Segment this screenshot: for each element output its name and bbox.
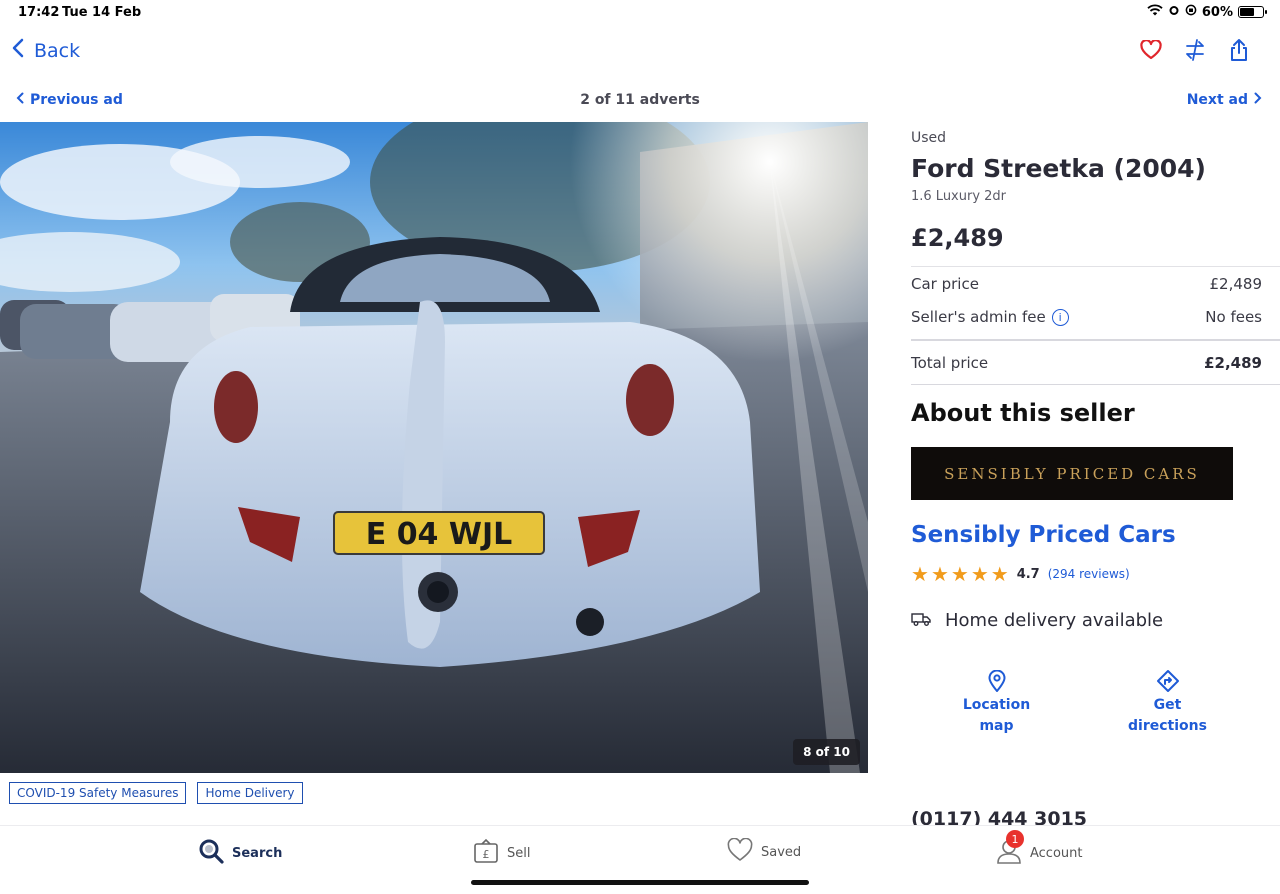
status-indicators: 60% [1147,4,1267,20]
map-pin-icon [987,667,1006,695]
info-icon[interactable]: i [1051,308,1069,326]
tab-saved-label: Saved [761,844,802,860]
nav-actions [1140,38,1250,62]
get-directions-label: Get directions [1128,697,1207,734]
svg-text:£: £ [483,848,490,861]
car-photo-illustration: E 04 WJL [0,122,868,773]
tab-sell-label: Sell [507,845,531,861]
share-icon[interactable] [1228,38,1250,62]
tab-account[interactable]: 1 Account [996,830,1083,868]
rating-value: 4.7 [1016,566,1040,582]
back-label: Back [34,39,81,62]
chevron-right-icon [1254,92,1262,108]
account-notification-badge: 1 [1006,830,1024,848]
photo-counter: 8 of 10 [793,739,860,765]
listing-condition: Used [911,130,947,146]
status-date: Tue 14 Feb [62,5,142,20]
wifi-icon [1147,4,1163,20]
tab-search-label: Search [232,845,283,861]
seller-name-link[interactable]: Sensibly Priced Cars [911,522,1280,548]
nav-bar: Back [0,30,1280,76]
seller-rating: ★ ★ ★ ★ ★ 4.7 (294 reviews) [911,562,1280,586]
directions-icon [1156,667,1180,695]
star-rating: ★ ★ ★ ★ ★ [911,562,1009,586]
location-map-button[interactable]: Location map [911,667,1082,737]
advert-count: 2 of 11 adverts [580,92,700,108]
car-price-label: Car price [911,274,979,293]
search-icon [198,838,224,868]
get-directions-button[interactable]: Get directions [1082,667,1253,737]
listing-subtitle: 1.6 Luxury 2dr [911,189,1007,204]
feature-tags: COVID-19 Safety Measures Home Delivery [9,782,303,804]
tab-search[interactable]: Search [198,838,282,868]
heart-icon[interactable] [1140,38,1162,62]
advert-navigation: Previous ad 2 of 11 adverts Next ad [0,88,1280,114]
car-photo[interactable]: E 04 WJL 8 of 10 [0,122,868,773]
next-ad-link[interactable]: Next ad [1187,92,1262,108]
alarm-icon [1168,4,1180,20]
status-bar: 17:42 Tue 14 Feb 60% [0,0,1280,26]
status-time: 17:42 [18,5,60,20]
star-half-icon: ★ [990,562,1009,586]
total-price-row: Total price £2,489 [911,339,1280,385]
number-plate: E 04 WJL [366,517,513,552]
admin-fee-label: Seller's admin fee [911,307,1046,326]
about-seller-heading: About this seller [911,399,1135,427]
car-price-value: £2,489 [1209,274,1263,293]
admin-fee-value: No fees [1205,307,1262,326]
listing-price: £2,489 [911,224,1004,252]
home-indicator[interactable] [471,880,809,885]
compare-icon[interactable] [1184,38,1206,62]
reviews-link[interactable]: (294 reviews) [1048,567,1130,581]
listing-details: Used Ford Streetka (2004) 1.6 Luxury 2dr… [911,130,1280,737]
tag-home-delivery[interactable]: Home Delivery [197,782,303,804]
tab-saved[interactable]: Saved [727,837,802,866]
delivery-truck-icon [911,610,931,631]
seller-phone[interactable]: (0117) 444 3015 [911,808,1087,826]
seller-logo[interactable]: SENSIBLY PRICED CARS [911,447,1233,500]
sell-tag-icon: £ [473,838,499,868]
total-price-value: £2,489 [1204,353,1262,372]
listing-title: Ford Streetka (2004) [911,154,1206,183]
star-icon: ★ [970,562,989,586]
delivery-label: Home delivery available [945,610,1164,631]
star-icon: ★ [911,562,929,586]
back-button[interactable]: Back [12,38,80,63]
heart-outline-icon [727,837,753,866]
seller-logo-text: SENSIBLY PRICED CARS [944,464,1200,483]
star-icon: ★ [930,562,949,586]
admin-fee-row: Seller's admin fee i No fees [911,300,1280,333]
tab-sell[interactable]: £ Sell [473,838,530,868]
tag-covid-safety[interactable]: COVID-19 Safety Measures [9,782,187,804]
star-icon: ★ [950,562,969,586]
home-delivery-info: Home delivery available [911,610,1280,631]
battery-percent: 60% [1201,4,1233,20]
tab-account-label: Account [1030,845,1083,861]
car-price-row: Car price £2,489 [911,267,1280,300]
user-icon: 1 [996,830,1024,868]
battery-icon [1238,6,1267,18]
rotation-lock-icon [1185,4,1197,20]
location-map-label: Location map [962,697,1031,734]
total-price-label: Total price [911,353,989,372]
chevron-left-icon [12,38,24,63]
price-breakdown: Car price £2,489 Seller's admin fee i No … [911,266,1280,385]
next-ad-label: Next ad [1186,92,1248,108]
location-actions: Location map Get directions [911,667,1280,737]
